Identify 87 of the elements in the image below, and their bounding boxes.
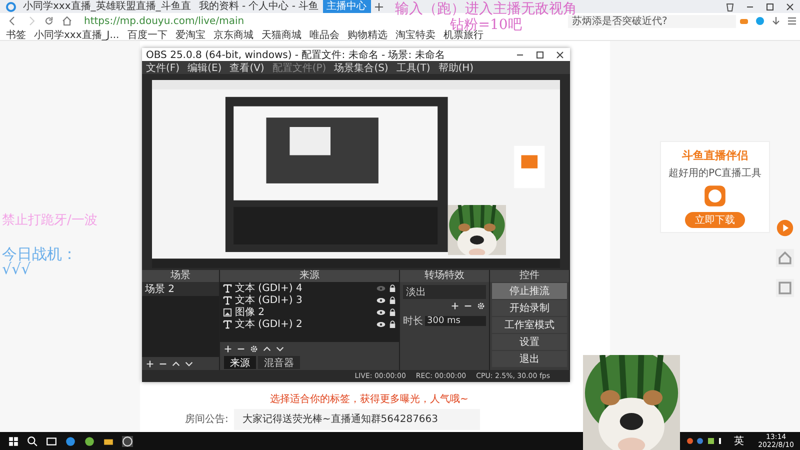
source-item[interactable]: 文本 (GDI+) 4 xyxy=(235,281,373,295)
add-icon[interactable] xyxy=(146,360,154,368)
bookmark-item[interactable]: 书签 xyxy=(6,28,26,42)
promo-subtitle: 超好用的PC直播工具 xyxy=(668,166,762,180)
close-icon[interactable] xyxy=(785,2,795,12)
control-button[interactable]: 停止推流 xyxy=(492,283,567,299)
dock-title: 场景 xyxy=(142,270,219,282)
maximize-icon[interactable] xyxy=(765,2,775,12)
up-icon[interactable] xyxy=(172,360,180,368)
transition-dropdown[interactable]: 淡出 xyxy=(403,285,486,299)
control-button[interactable]: 设置 xyxy=(492,334,567,350)
dock-title: 来源 xyxy=(220,270,399,282)
lock-icon[interactable] xyxy=(389,320,396,328)
overlay-text: 输入（跑）进入主播无敌视角 xyxy=(395,1,577,17)
ime-indicator[interactable]: 英 xyxy=(734,434,744,448)
overlay-text: 今日战机： xyxy=(2,247,78,262)
bookmark-item[interactable]: 爱淘宝 xyxy=(175,28,206,42)
overlay-text: 禁止打跪牙/一波 xyxy=(2,212,98,229)
source-item[interactable]: 文本 (GDI+) 3 xyxy=(235,293,373,307)
app-logo-icon xyxy=(702,183,728,209)
lock-icon[interactable] xyxy=(389,296,396,304)
browser-tab[interactable]: 小同学xxx直播_英雄联盟直播_斗鱼直 xyxy=(19,0,195,13)
menu-item[interactable]: 编辑(E) xyxy=(188,60,222,74)
app-icon[interactable] xyxy=(84,436,95,446)
bookmark-item[interactable]: 购物精选 xyxy=(347,28,388,42)
control-button[interactable]: 工作室模式 xyxy=(492,317,567,333)
bookmark-item[interactable]: 唯品会 xyxy=(309,28,340,42)
scene-item[interactable]: 场景 2 xyxy=(142,282,219,296)
bookmark-item[interactable]: 淘宝特卖 xyxy=(395,28,436,42)
menu-item[interactable]: 帮助(H) xyxy=(438,60,474,74)
dock-title: 控件 xyxy=(490,270,569,282)
search-icon[interactable] xyxy=(27,436,38,446)
image-icon xyxy=(223,308,232,316)
dock-tab[interactable]: 来源 xyxy=(224,356,256,369)
add-icon[interactable] xyxy=(224,344,232,352)
lock-icon[interactable] xyxy=(389,308,396,316)
duration-field[interactable]: 300 ms xyxy=(425,316,486,326)
menu-item[interactable]: 文件(F) xyxy=(146,60,180,74)
down-icon[interactable] xyxy=(185,360,193,368)
text-icon xyxy=(223,320,232,328)
task-view-icon[interactable] xyxy=(46,436,57,446)
eye-icon[interactable] xyxy=(376,320,386,328)
dock-title: 转场特效 xyxy=(400,270,489,282)
bookmark-item[interactable]: 京东商城 xyxy=(213,28,254,42)
overlay-text: √√√ xyxy=(2,262,32,277)
search-field[interactable]: 苏炳添是否突破近代? xyxy=(568,14,736,28)
text-icon xyxy=(223,284,232,292)
menu-icon[interactable] xyxy=(787,16,797,26)
browser-logo-icon xyxy=(6,2,16,12)
new-tab-icon[interactable] xyxy=(374,2,384,12)
browser-tab[interactable]: 主播中心 xyxy=(322,0,371,13)
menu-item[interactable]: 场景集合(S) xyxy=(334,60,388,74)
notice-field[interactable]: 大家记得送荧光棒~直播通知群564287663 xyxy=(234,409,480,430)
notice-label: 房间公告: xyxy=(185,412,228,426)
window-title: OBS 25.0.8 (64-bit, windows) - 配置文件: 未命名 - 场景: 未命名 xyxy=(146,48,445,62)
tag-hint: 选择适合你的标签，获得更多曝光，人气哦~ xyxy=(270,392,470,406)
menu-item[interactable]: 查看(V) xyxy=(230,60,264,74)
control-button[interactable]: 开始录制 xyxy=(492,300,567,316)
windows-icon[interactable] xyxy=(8,436,19,446)
promo-title: 斗鱼直播伴侣 xyxy=(682,148,748,163)
duration-label: 时长 xyxy=(403,314,423,328)
bookmark-item[interactable]: 小同学xxx直播_J... xyxy=(34,28,120,42)
down-icon[interactable] xyxy=(276,344,284,352)
reload-icon[interactable] xyxy=(44,16,54,26)
maximize-icon[interactable] xyxy=(535,50,545,60)
text-icon xyxy=(223,296,232,304)
close-icon[interactable] xyxy=(555,50,565,60)
url-field[interactable]: https://mp.douyu.com/live/main xyxy=(76,16,244,26)
menu-item[interactable]: 工具(T) xyxy=(396,60,430,74)
source-item[interactable]: 图像 2 xyxy=(235,305,373,319)
home-icon[interactable] xyxy=(62,16,72,26)
eye-icon[interactable] xyxy=(376,308,386,316)
eye-icon[interactable] xyxy=(376,296,386,304)
up-icon[interactable] xyxy=(263,344,271,352)
settings-icon[interactable] xyxy=(477,302,485,310)
trash-icon[interactable] xyxy=(725,2,735,12)
control-button[interactable]: 退出 xyxy=(492,351,567,367)
dock-tab[interactable]: 混音器 xyxy=(258,356,300,369)
bookmark-item[interactable]: 百度一下 xyxy=(127,28,168,42)
settings-icon[interactable] xyxy=(250,344,258,352)
add-icon[interactable] xyxy=(451,302,459,310)
download-icon[interactable] xyxy=(771,16,781,26)
source-item[interactable]: 文本 (GDI+) 2 xyxy=(235,317,373,331)
bookmark-item[interactable]: 天猫商城 xyxy=(261,28,302,42)
browser-tab[interactable]: 我的资料 - 个人中心 - 斗鱼 xyxy=(194,0,323,13)
play-icon[interactable] xyxy=(776,219,794,237)
lock-icon[interactable] xyxy=(389,284,396,292)
